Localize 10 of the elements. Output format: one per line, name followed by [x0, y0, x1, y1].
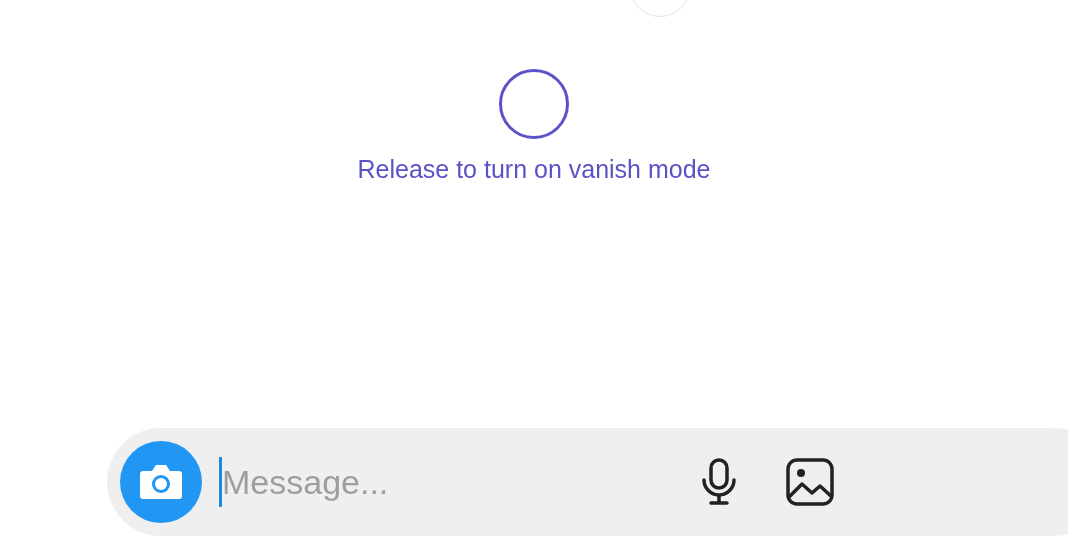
circle-icon — [499, 69, 569, 139]
camera-icon — [139, 463, 183, 501]
text-cursor — [219, 457, 222, 507]
image-icon — [785, 457, 835, 507]
microphone-button[interactable] — [699, 457, 739, 507]
message-field[interactable]: Message... — [222, 462, 662, 502]
vanish-mode-hint: Release to turn on vanish mode — [357, 155, 711, 184]
camera-button[interactable] — [120, 441, 202, 523]
microphone-icon — [699, 457, 739, 507]
gallery-button[interactable] — [785, 457, 835, 507]
